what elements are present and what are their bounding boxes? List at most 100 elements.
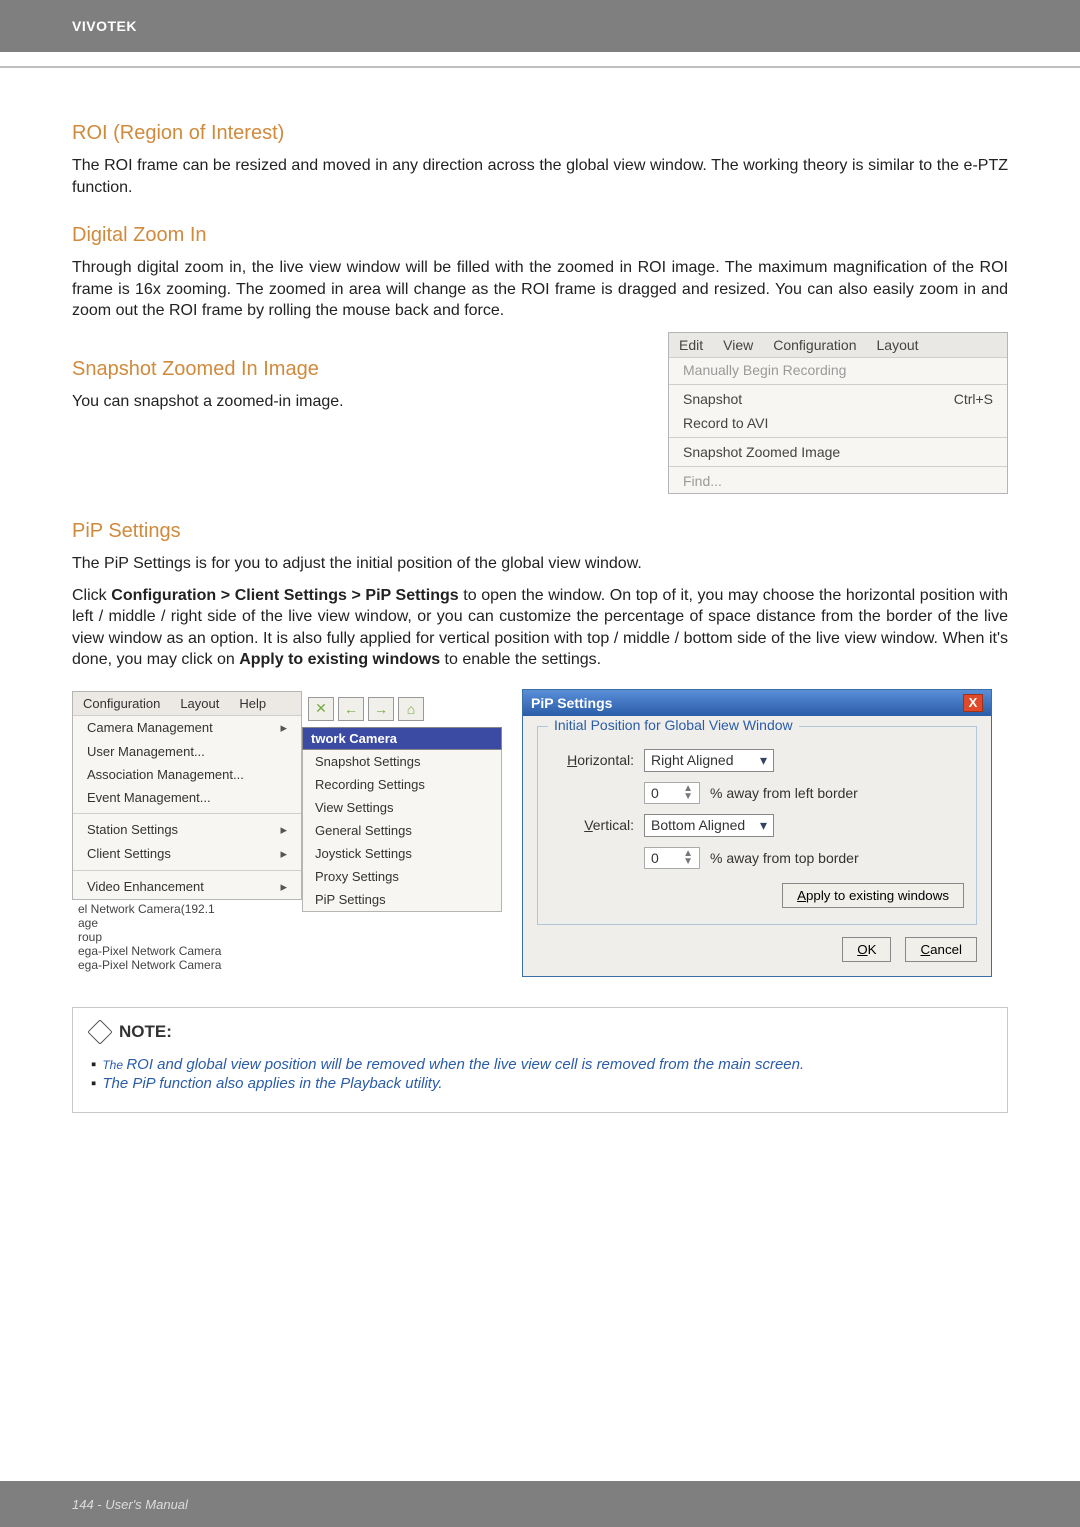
ok-button[interactable]: OK bbox=[842, 937, 891, 962]
tree-item[interactable]: ega-Pixel Network Camera bbox=[78, 944, 296, 958]
snapshot-title: Snapshot Zoomed In Image bbox=[72, 358, 648, 381]
horizontal-combo[interactable]: Right Aligned ▾ bbox=[644, 749, 774, 772]
edit-menu-screenshot: Edit View Configuration Layout Manually … bbox=[668, 332, 1008, 494]
sub-recording-settings[interactable]: Recording Settings bbox=[303, 773, 501, 796]
chevron-right-icon: ▸ bbox=[280, 822, 287, 838]
menu-item-label: Snapshot bbox=[683, 391, 742, 407]
note-line-2: ▪The PiP function also applies in the Pl… bbox=[91, 1075, 989, 1092]
tree-item[interactable]: el Network Camera(192.1 bbox=[78, 902, 296, 916]
menu-bar-edit[interactable]: Edit bbox=[669, 333, 713, 357]
vertical-combo[interactable]: Bottom Aligned ▾ bbox=[644, 814, 774, 837]
sub-snapshot-settings[interactable]: Snapshot Settings bbox=[303, 750, 501, 773]
zoom-body: Through digital zoom in, the live view w… bbox=[72, 257, 1008, 322]
fieldset-initial-position: Initial Position for Global View Window … bbox=[537, 726, 977, 925]
header-band: VIVOTEK bbox=[0, 0, 1080, 52]
pencil-icon bbox=[87, 1019, 112, 1044]
horizontal-spinner[interactable]: 0 ▲▼ bbox=[644, 782, 700, 804]
combo-value: Right Aligned bbox=[651, 752, 734, 768]
close-icon[interactable]: ✕ bbox=[308, 697, 334, 721]
menu-bar-configuration[interactable]: Configuration bbox=[763, 333, 866, 357]
sub-general-settings[interactable]: General Settings bbox=[303, 819, 501, 842]
apply-button[interactable]: Apply to existing windows bbox=[782, 883, 964, 908]
back-icon[interactable]: ← bbox=[338, 697, 364, 721]
cm-association-management[interactable]: Association Management... bbox=[73, 763, 301, 786]
cancel-button[interactable]: Cancel bbox=[905, 937, 977, 962]
vertical-suffix: % away from top border bbox=[710, 850, 859, 866]
spin-value: 0 bbox=[651, 785, 659, 801]
tree-item[interactable]: roup bbox=[78, 930, 296, 944]
text: ROI and global view position will be rem… bbox=[126, 1056, 804, 1073]
pip-settings-dialog: PiP Settings X Initial Position for Glob… bbox=[522, 689, 992, 977]
tree-item[interactable]: ega-Pixel Network Camera bbox=[78, 958, 296, 972]
note-heading: NOTE: bbox=[91, 1022, 989, 1042]
fieldset-legend: Initial Position for Global View Window bbox=[548, 717, 799, 733]
snapshot-body: You can snapshot a zoomed-in image. bbox=[72, 391, 648, 413]
cm-label: Event Management... bbox=[87, 790, 211, 805]
menu-item-snapshot[interactable]: Snapshot Ctrl+S bbox=[669, 387, 1007, 411]
tab-layout[interactable]: Layout bbox=[170, 692, 229, 715]
menu-item-begin-recording: Manually Begin Recording bbox=[669, 358, 1007, 382]
submenu-header: twork Camera bbox=[302, 727, 502, 750]
menu-item-snapshot-zoomed[interactable]: Snapshot Zoomed Image bbox=[669, 440, 1007, 464]
pip-title: PiP Settings bbox=[72, 520, 1008, 543]
dialog-title: PiP Settings bbox=[531, 695, 612, 711]
chevron-right-icon: ▸ bbox=[280, 846, 287, 862]
sub-joystick-settings[interactable]: Joystick Settings bbox=[303, 842, 501, 865]
client-settings-submenu: Snapshot Settings Recording Settings Vie… bbox=[302, 750, 502, 912]
text: Click bbox=[72, 587, 111, 604]
combo-value: Bottom Aligned bbox=[651, 817, 745, 833]
home-icon[interactable]: ⌂ bbox=[398, 697, 424, 721]
apply-phrase: Apply to existing windows bbox=[239, 651, 440, 668]
sub-proxy-settings[interactable]: Proxy Settings bbox=[303, 865, 501, 888]
sub-pip-settings[interactable]: PiP Settings bbox=[303, 888, 501, 911]
menu-separator bbox=[669, 466, 1007, 467]
pip-body-2: Click Configuration > Client Settings > … bbox=[72, 585, 1008, 671]
forward-icon[interactable]: → bbox=[368, 697, 394, 721]
spin-value: 0 bbox=[651, 850, 659, 866]
zoom-title: Digital Zoom In bbox=[72, 224, 1008, 247]
note-box: NOTE: ▪The ROI and global view position … bbox=[72, 1007, 1008, 1113]
sub-view-settings[interactable]: View Settings bbox=[303, 796, 501, 819]
cm-label: User Management... bbox=[87, 744, 205, 759]
config-menu-tabs: Configuration Layout Help bbox=[73, 692, 301, 716]
horizontal-label: Horizontal: bbox=[550, 752, 634, 768]
cm-label: Station Settings bbox=[87, 822, 178, 838]
menu-bar: Edit View Configuration Layout bbox=[669, 333, 1007, 358]
vertical-spinner[interactable]: 0 ▲▼ bbox=[644, 847, 700, 869]
menu-item-record-avi[interactable]: Record to AVI bbox=[669, 411, 1007, 435]
cm-video-enhancement[interactable]: Video Enhancement▸ bbox=[73, 875, 301, 899]
cm-event-management[interactable]: Event Management... bbox=[73, 786, 301, 809]
cm-label: Video Enhancement bbox=[87, 879, 204, 895]
menu-item-label: Find... bbox=[683, 473, 722, 489]
cm-label: Camera Management bbox=[87, 720, 213, 736]
note-head-text: NOTE: bbox=[119, 1022, 172, 1042]
cm-camera-management[interactable]: Camera Management▸ bbox=[73, 716, 301, 740]
roi-title: ROI (Region of Interest) bbox=[72, 122, 1008, 145]
tree-item[interactable]: age bbox=[78, 916, 296, 930]
cm-label: Client Settings bbox=[87, 846, 171, 862]
breadcrumb-path: Configuration > Client Settings > PiP Se… bbox=[111, 587, 458, 604]
cm-station-settings[interactable]: Station Settings ▸ bbox=[73, 818, 301, 842]
menu-separator bbox=[669, 384, 1007, 385]
horizontal-suffix: % away from left border bbox=[710, 785, 858, 801]
toolbar-icons: ✕ ← → ⌂ bbox=[302, 691, 502, 727]
dialog-titlebar: PiP Settings X bbox=[523, 690, 991, 716]
config-menu-screenshot: Configuration Layout Help Camera Managem… bbox=[72, 691, 502, 974]
chevron-down-icon: ▾ bbox=[760, 752, 767, 769]
cm-user-management[interactable]: User Management... bbox=[73, 740, 301, 763]
edit-dropdown: Manually Begin Recording Snapshot Ctrl+S… bbox=[669, 358, 1007, 493]
cm-client-settings[interactable]: Client Settings ▸ bbox=[73, 842, 301, 866]
menu-item-find: Find... bbox=[669, 469, 1007, 493]
menu-bar-view[interactable]: View bbox=[713, 333, 763, 357]
config-menu: Configuration Layout Help Camera Managem… bbox=[72, 691, 302, 900]
tab-configuration[interactable]: Configuration bbox=[73, 692, 170, 715]
menu-item-label: Record to AVI bbox=[683, 415, 768, 431]
cm-label: Association Management... bbox=[87, 767, 244, 782]
close-icon[interactable]: X bbox=[963, 694, 983, 712]
menu-bar-layout[interactable]: Layout bbox=[867, 333, 929, 357]
text: to enable the settings. bbox=[440, 651, 601, 668]
menu-separator bbox=[73, 870, 301, 871]
tab-help[interactable]: Help bbox=[229, 692, 276, 715]
device-tree: el Network Camera(192.1 age roup ega-Pix… bbox=[72, 900, 302, 974]
menu-separator bbox=[73, 813, 301, 814]
